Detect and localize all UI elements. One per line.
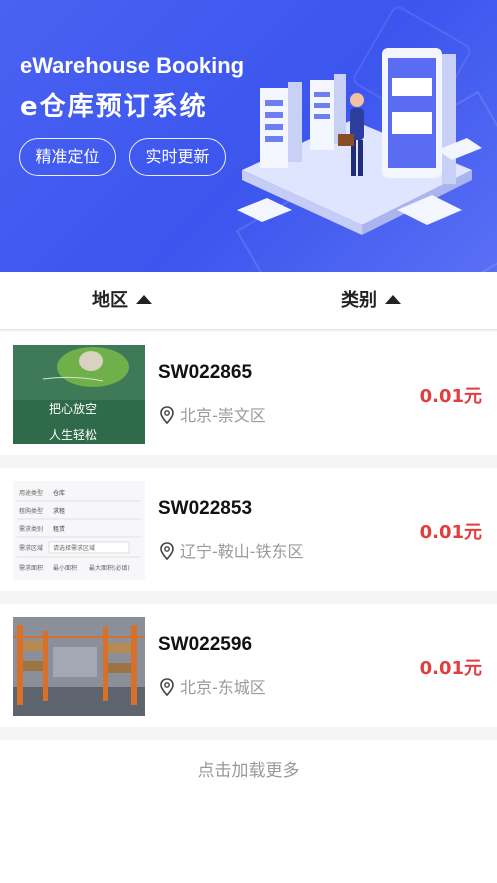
listing-location-text: 辽宁-鞍山-铁东区 xyxy=(180,542,304,561)
svg-text:需求区域: 需求区域 xyxy=(19,544,43,552)
realtime-update-pill: 实时更新 xyxy=(129,138,226,176)
filter-bar: 地区 类别 xyxy=(0,272,497,330)
listing-id: SW022596 xyxy=(158,634,253,655)
category-filter-label: 类别 xyxy=(341,290,377,311)
category-filter[interactable]: 类别 xyxy=(341,272,401,330)
listing-location: 北京-崇文区 xyxy=(160,402,266,426)
header-banner: eWarehouse Booking e仓库预订系统 精准定位 实时更新 xyxy=(0,0,497,272)
svg-text:求租: 求租 xyxy=(53,507,65,515)
region-filter-label: 地区 xyxy=(92,290,128,311)
svg-text:租赁: 租赁 xyxy=(53,525,65,533)
load-more-area: 点击加载更多 xyxy=(0,740,497,883)
listing-id: SW022853 xyxy=(158,498,253,519)
listing-thumbnail: 把心放空 人生轻松 xyxy=(13,345,145,444)
banner-title-cn: e仓库预订系统 xyxy=(20,92,208,122)
svg-text:最小面积: 最小面积 xyxy=(53,564,77,572)
svg-text:需求类别: 需求类别 xyxy=(19,525,43,533)
sort-up-icon xyxy=(136,295,152,304)
list-item[interactable]: 用途类型 仓库 租购类型 求租 需求类别 租赁 需求区域 请选择需求区域 需求面… xyxy=(0,468,497,591)
sort-up-icon xyxy=(385,295,401,304)
listing-thumbnail: 用途类型 仓库 租购类型 求租 需求类别 租赁 需求区域 请选择需求区域 需求面… xyxy=(13,481,145,580)
banner-title-en: eWarehouse Booking xyxy=(20,53,245,78)
load-more-button[interactable]: 点击加载更多 xyxy=(198,761,300,781)
listing-price: 0.01元 xyxy=(419,386,482,407)
precise-location-pill: 精准定位 xyxy=(19,138,116,176)
svg-text:租购类型: 租购类型 xyxy=(19,507,43,515)
svg-text:用途类型: 用途类型 xyxy=(19,489,43,497)
listing-location: 北京-东城区 xyxy=(160,674,266,698)
listing-location-text: 北京-崇文区 xyxy=(180,406,266,425)
list-item[interactable]: SW022596 北京-东城区 0.01元 xyxy=(0,604,497,727)
svg-text:请选择需求区域: 请选择需求区域 xyxy=(53,544,95,552)
warehouse-illustration xyxy=(237,48,482,235)
svg-text:人生轻松: 人生轻松 xyxy=(49,428,97,442)
location-pin-icon xyxy=(160,542,174,560)
listing-location-text: 北京-东城区 xyxy=(180,678,266,697)
listing-thumbnail xyxy=(13,617,145,716)
svg-text:仓库: 仓库 xyxy=(53,489,65,497)
location-pin-icon xyxy=(160,406,174,424)
location-pin-icon xyxy=(160,678,174,696)
svg-text:需求面积: 需求面积 xyxy=(19,564,43,572)
svg-text:把心放空: 把心放空 xyxy=(49,401,97,416)
listing-location: 辽宁-鞍山-铁东区 xyxy=(160,538,304,562)
listing-price: 0.01元 xyxy=(419,658,482,679)
listing-price: 0.01元 xyxy=(419,522,482,543)
listing-id: SW022865 xyxy=(158,362,253,383)
svg-text:最大面积(必填): 最大面积(必填) xyxy=(89,564,130,572)
region-filter[interactable]: 地区 xyxy=(92,272,152,330)
list-item[interactable]: 把心放空 人生轻松 SW022865 北京-崇文区 0.01元 xyxy=(0,332,497,455)
